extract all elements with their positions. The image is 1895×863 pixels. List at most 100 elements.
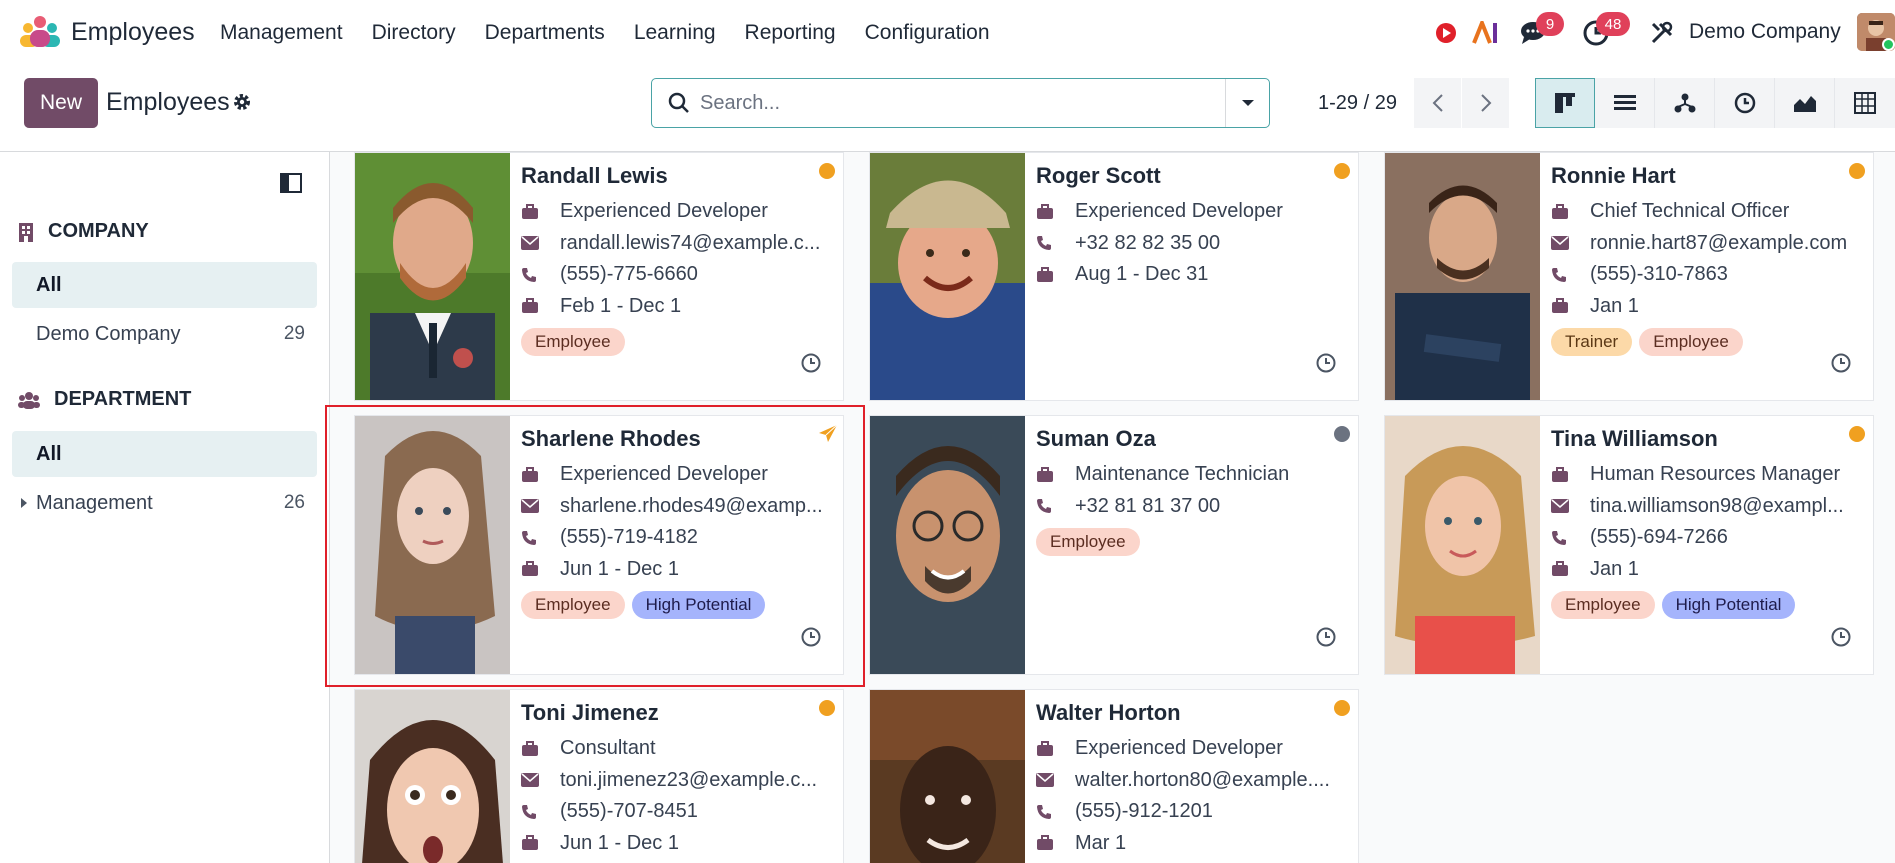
company-heading-label: COMPANY <box>48 220 149 242</box>
kanban-view-button[interactable] <box>1535 78 1595 128</box>
pager-previous-button[interactable] <box>1414 78 1461 128</box>
job-line: Maintenance Technician <box>1036 459 1346 491</box>
employee-card[interactable]: Ronnie Hart Chief Technical Officer ronn… <box>1384 152 1874 401</box>
card-body: Walter Horton Experienced Developer walt… <box>1036 700 1346 859</box>
period-line: Mar 1 <box>1036 828 1346 860</box>
clock-icon[interactable]: 48 <box>1582 12 1630 47</box>
menu-management[interactable]: Management <box>220 21 343 45</box>
work-email[interactable]: randall.lewis74@example.c... <box>560 232 820 255</box>
search-options-toggle[interactable] <box>1225 79 1269 127</box>
tag-employee: Employee <box>1639 328 1743 356</box>
caret-right-icon[interactable] <box>20 497 28 509</box>
employee-card[interactable]: Walter Horton Experienced Developer walt… <box>869 689 1359 863</box>
work-phone[interactable]: +32 82 82 35 00 <box>1075 232 1220 255</box>
chat-icon[interactable]: 9 <box>1520 12 1564 47</box>
briefcase-icon <box>521 202 545 222</box>
employee-photo <box>870 690 1025 863</box>
work-phone[interactable]: (555)-707-8451 <box>560 800 698 823</box>
work-phone[interactable]: (555)-310-7863 <box>1590 263 1728 286</box>
employee-card[interactable]: Toni Jimenez Consultant toni.jimenez23@e… <box>354 689 844 863</box>
work-phone[interactable]: (555)-775-6660 <box>560 263 698 286</box>
job-line: Human Resources Manager <box>1551 459 1861 491</box>
pager-value[interactable]: 1-29 / 29 <box>1318 92 1397 115</box>
users-icon <box>18 391 40 409</box>
briefcase-icon <box>1551 465 1575 485</box>
tag-list: Employee High Potential <box>521 591 831 619</box>
filter-company-demo-company[interactable]: Demo Company 29 <box>12 311 317 357</box>
hierarchy-view-button[interactable] <box>1655 78 1715 128</box>
employee-photo <box>1385 416 1540 674</box>
work-phone[interactable]: (555)-694-7266 <box>1590 526 1728 549</box>
card-body: Sharlene Rhodes Experienced Developer sh… <box>521 426 831 619</box>
phone-icon <box>1036 802 1060 822</box>
envelope-icon <box>1551 496 1575 516</box>
gear-icon[interactable] <box>232 92 252 117</box>
phone-line: +32 82 82 35 00 <box>1036 228 1346 260</box>
caret-down-icon <box>1241 100 1254 106</box>
tools-icon[interactable] <box>1648 19 1676 47</box>
phone-line: (555)-775-6660 <box>521 259 831 291</box>
activities-badge: 48 <box>1596 12 1630 36</box>
activity-view-button[interactable] <box>1715 78 1775 128</box>
filter-company-all[interactable]: All <box>12 262 317 308</box>
phone-line: +32 81 81 37 00 <box>1036 491 1346 523</box>
ai-icon[interactable] <box>1472 19 1500 47</box>
period-line: Jun 1 - Dec 1 <box>521 828 831 860</box>
menu-departments[interactable]: Departments <box>485 21 605 45</box>
work-email[interactable]: ronnie.hart87@example.com <box>1590 232 1847 255</box>
company-section-heading: COMPANY <box>18 220 149 243</box>
envelope-icon <box>1036 770 1060 790</box>
activity-clock-icon[interactable] <box>1316 353 1336 378</box>
activity-clock-icon[interactable] <box>1316 627 1336 652</box>
new-button[interactable]: New <box>24 78 98 128</box>
pager-next-button[interactable] <box>1462 78 1509 128</box>
employee-card[interactable]: Suman Oza Maintenance Technician +32 81 … <box>869 415 1359 675</box>
company-switcher[interactable]: Demo Company <box>1689 20 1841 44</box>
employee-card[interactable]: Tina Williamson Human Resources Manager … <box>1384 415 1874 675</box>
pivot-view-button[interactable] <box>1835 78 1895 128</box>
menu-directory[interactable]: Directory <box>372 21 456 45</box>
filter-department-all[interactable]: All <box>12 431 317 477</box>
menu-learning[interactable]: Learning <box>634 21 716 45</box>
menu-configuration[interactable]: Configuration <box>865 21 990 45</box>
record-icon[interactable] <box>1432 19 1460 47</box>
work-phone[interactable]: +32 81 81 37 00 <box>1075 495 1220 518</box>
list-icon <box>1613 95 1636 110</box>
work-phone[interactable]: (555)-912-1201 <box>1075 800 1213 823</box>
briefcase-icon <box>1036 265 1060 285</box>
employee-card[interactable]: Randall Lewis Experienced Developer rand… <box>354 152 844 401</box>
activity-clock-icon[interactable] <box>1831 353 1851 378</box>
envelope-icon <box>521 496 545 516</box>
employee-name: Ronnie Hart <box>1551 163 1676 188</box>
main-menu: Management Directory Departments Learnin… <box>220 21 1019 45</box>
contract-period: Jun 1 - Dec 1 <box>560 831 679 854</box>
phone-line: (555)-310-7863 <box>1551 259 1861 291</box>
activity-clock-icon[interactable] <box>1831 627 1851 652</box>
employee-card[interactable]: Sharlene Rhodes Experienced Developer sh… <box>354 415 844 675</box>
employees-app-logo[interactable] <box>18 15 62 49</box>
hierarchy-icon <box>1674 93 1695 113</box>
phone-icon <box>1551 265 1575 285</box>
work-email[interactable]: sharlene.rhodes49@examp... <box>560 495 823 518</box>
work-email[interactable]: toni.jimenez23@example.c... <box>560 769 817 792</box>
activity-clock-icon[interactable] <box>801 627 821 652</box>
work-email[interactable]: walter.horton80@example.... <box>1075 769 1330 792</box>
menu-reporting[interactable]: Reporting <box>745 21 836 45</box>
activity-clock-icon <box>1734 92 1755 114</box>
phone-line: (555)-912-1201 <box>1036 796 1346 828</box>
graph-view-button[interactable] <box>1775 78 1835 128</box>
app-name[interactable]: Employees <box>71 18 195 47</box>
employee-name: Walter Horton <box>1036 700 1181 725</box>
sidebar-toggle-icon[interactable] <box>280 172 302 199</box>
work-email[interactable]: tina.williamson98@exampl... <box>1590 495 1844 518</box>
filter-department-management[interactable]: Management 26 <box>12 480 317 526</box>
phone-icon <box>521 265 545 285</box>
filter-count: 26 <box>283 492 305 513</box>
work-phone[interactable]: (555)-719-4182 <box>560 526 698 549</box>
phone-icon <box>1036 496 1060 516</box>
list-view-button[interactable] <box>1595 78 1655 128</box>
search-bar <box>651 78 1270 128</box>
employee-card[interactable]: Roger Scott Experienced Developer +32 82… <box>869 152 1359 401</box>
search-input[interactable] <box>700 79 1210 127</box>
activity-clock-icon[interactable] <box>801 353 821 378</box>
